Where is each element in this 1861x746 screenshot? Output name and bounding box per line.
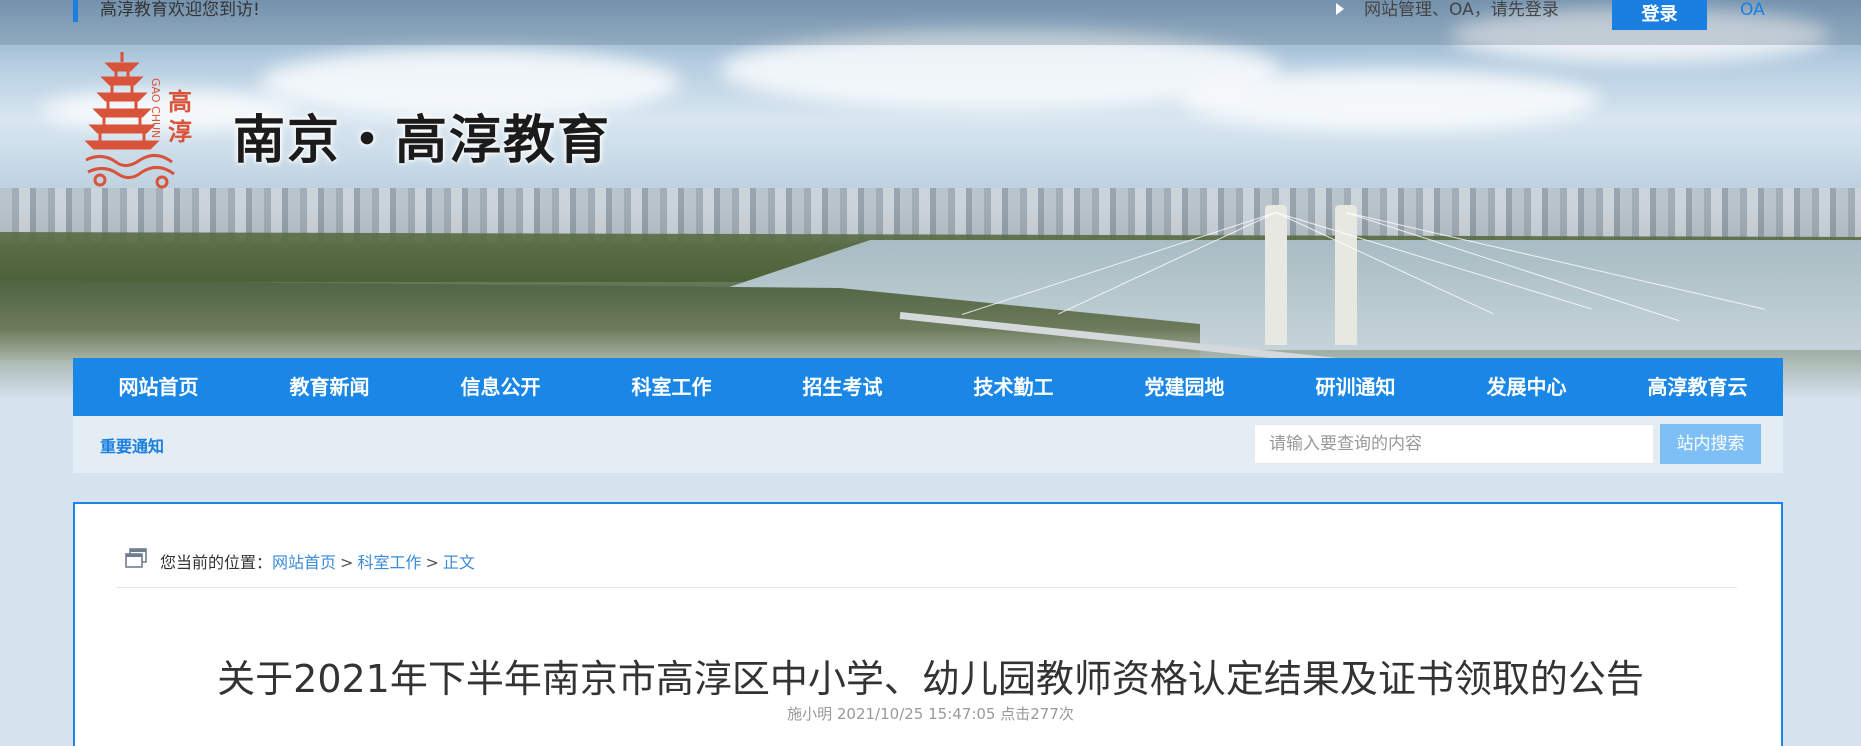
breadcrumb-current[interactable]: 正文 (443, 553, 475, 572)
svg-text:高: 高 (168, 87, 192, 116)
nav-item-home[interactable]: 网站首页 (73, 358, 244, 416)
breadcrumb-department-link[interactable]: 科室工作 (357, 553, 421, 572)
nav-item-education-cloud[interactable]: 高淳教育云 (1612, 358, 1783, 416)
nav-item-admissions[interactable]: 招生考试 (757, 358, 928, 416)
nav-item-education-news[interactable]: 教育新闻 (244, 358, 415, 416)
breadcrumb-separator: > (425, 553, 439, 572)
location-windows-icon (125, 548, 147, 568)
search-input[interactable] (1254, 424, 1654, 464)
top-bar (0, 0, 1861, 45)
caret-right-icon (1336, 3, 1344, 15)
breadcrumb-divider (117, 587, 1737, 588)
svg-text:GAO CHUN: GAO CHUN (149, 78, 162, 138)
article-meta: 施小明 2021/10/25 15:47:05 点击277次 (787, 705, 1074, 723)
breadcrumb-home-link[interactable]: 网站首页 (272, 553, 336, 572)
important-notice-label[interactable]: 重要通知 (100, 433, 164, 457)
main-nav: 网站首页 教育新闻 信息公开 科室工作 招生考试 技术勤工 党建园地 研训通知 … (73, 358, 1783, 416)
oa-link[interactable]: OA (1740, 0, 1765, 20)
banner-cloud (1180, 70, 1600, 130)
breadcrumb: 您当前的位置：网站首页 > 科室工作 > 正文 (160, 549, 475, 573)
nav-item-tech-logistics[interactable]: 技术勤工 (928, 358, 1099, 416)
svg-text:淳: 淳 (168, 117, 192, 146)
breadcrumb-prefix: 您当前的位置： (160, 553, 273, 572)
login-button[interactable]: 登录 (1612, 0, 1707, 30)
nav-item-department-work[interactable]: 科室工作 (586, 358, 757, 416)
site-search-button[interactable]: 站内搜索 (1660, 424, 1761, 464)
welcome-text: 高淳教育欢迎您到访! (100, 0, 260, 20)
nav-item-training-notices[interactable]: 研训通知 (1270, 358, 1441, 416)
nav-item-info-disclosure[interactable]: 信息公开 (415, 358, 586, 416)
topbar-accent (73, 0, 78, 22)
bridge-tower (1265, 205, 1287, 345)
nav-item-party-building[interactable]: 党建园地 (1099, 358, 1270, 416)
nav-item-development-center[interactable]: 发展中心 (1441, 358, 1612, 416)
breadcrumb-separator: > (340, 553, 354, 572)
header-banner (0, 0, 1861, 400)
pagoda-logo-icon: GAO CHUN 高 淳 (84, 52, 192, 189)
admin-login-hint: 网站管理、OA，请先登录 (1364, 0, 1559, 20)
site-title: 南京・高淳教育 (233, 111, 612, 171)
bridge-tower (1335, 205, 1357, 345)
article-title: 关于2021年下半年南京市高淳区中小学、幼儿园教师资格认定结果及证书领取的公告 (217, 657, 1644, 701)
